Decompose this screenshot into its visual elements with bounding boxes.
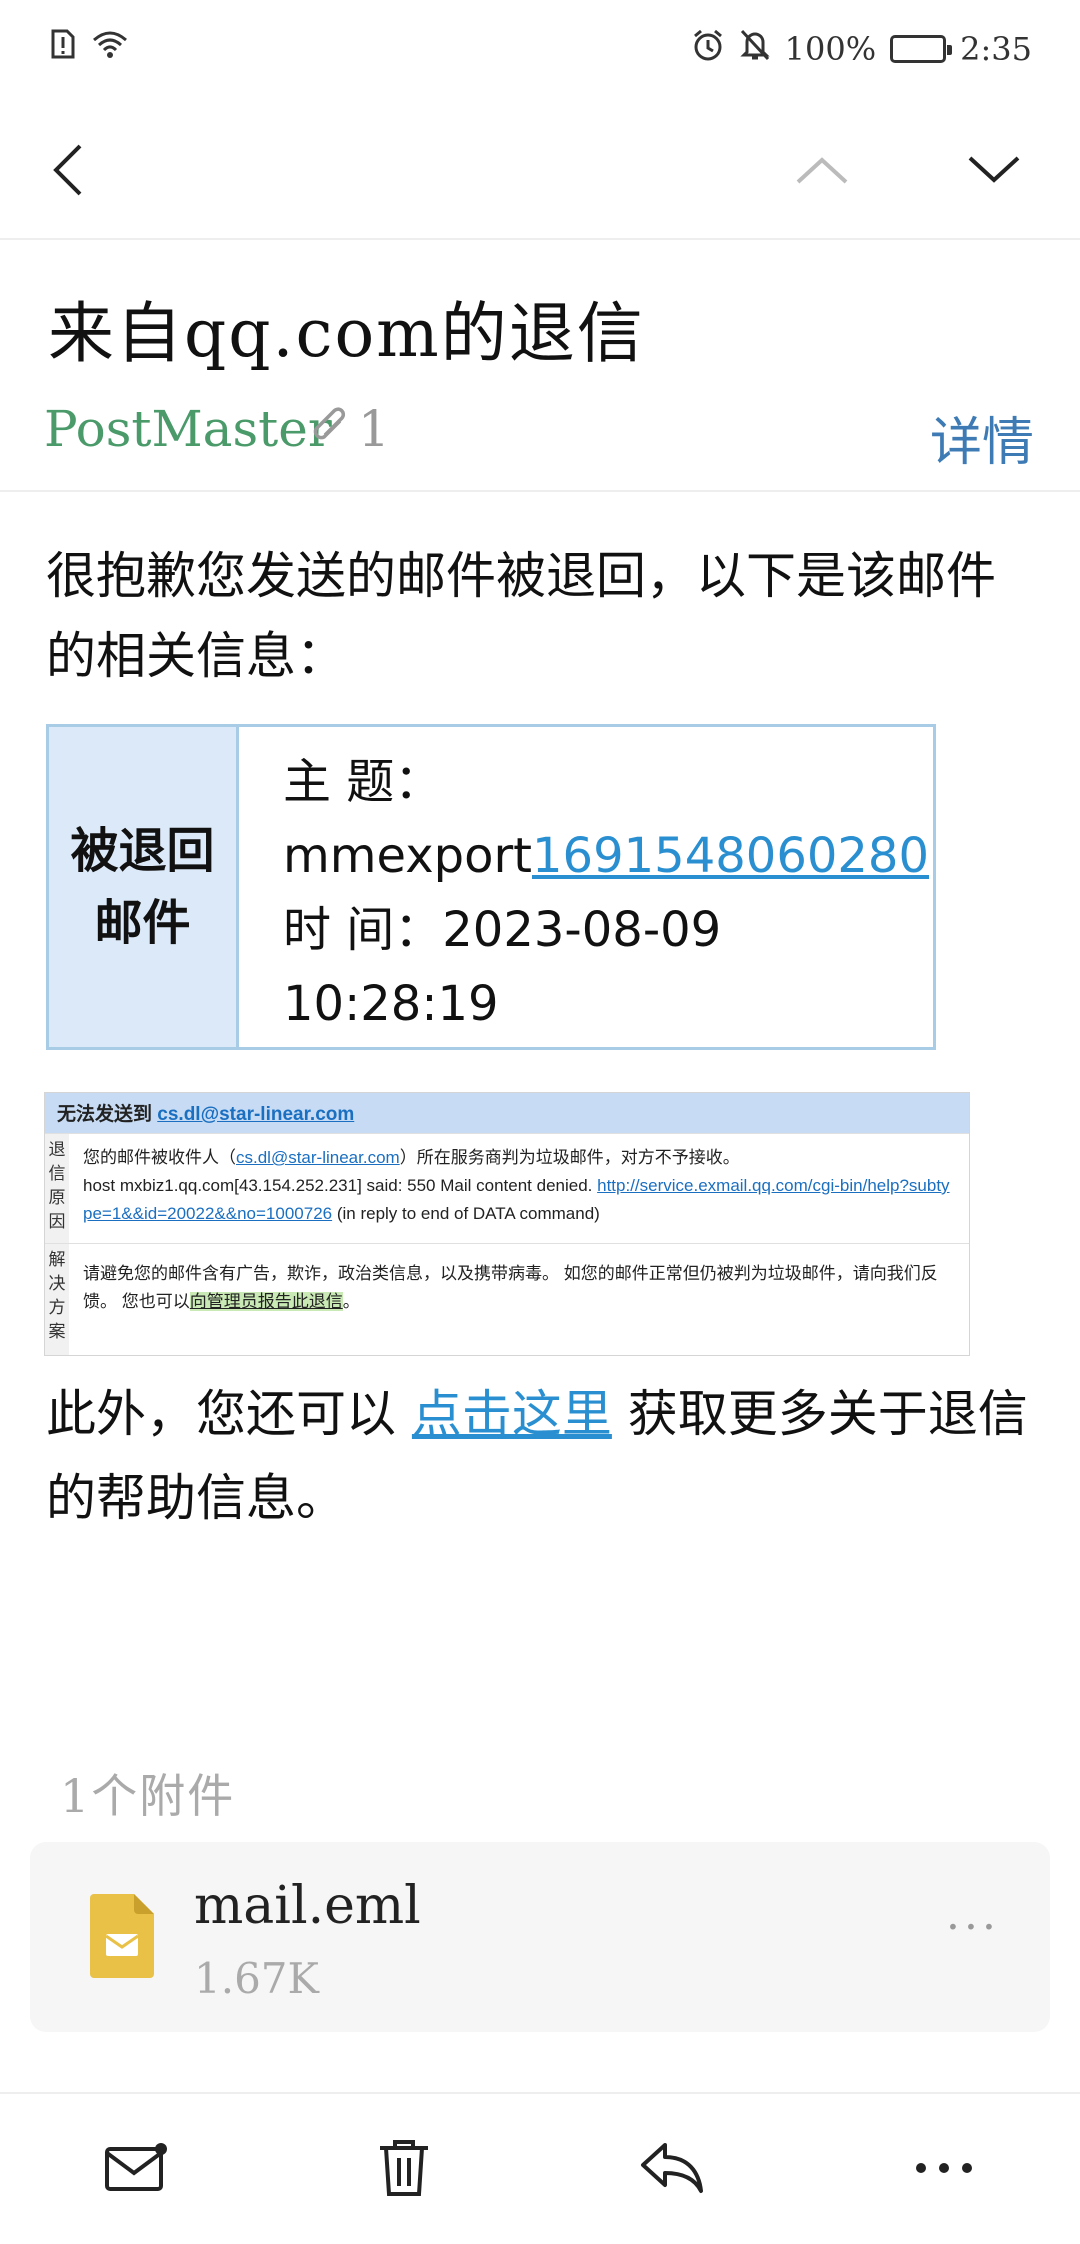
alarm-icon <box>691 28 725 70</box>
attachment-count: 1 <box>358 400 390 458</box>
sim-alert-icon <box>50 28 76 64</box>
trash-icon <box>380 2140 428 2196</box>
bounced-subject-label: 主 题： <box>283 754 443 810</box>
compose-button[interactable] <box>96 2128 176 2208</box>
bounced-label-line1: 被退回 <box>70 823 215 879</box>
details-link[interactable]: 详情 <box>930 400 1034 475</box>
status-bar: 100% 2:35 <box>0 0 1080 100</box>
nav-bar <box>0 100 1080 240</box>
header-divider <box>0 490 1080 492</box>
bounced-time-label: 时 间： <box>283 902 443 958</box>
reason-line2-a: host mxbiz1.qq.com[43.154.252.231] said:… <box>83 1176 598 1195</box>
email-file-icon <box>90 1894 154 1978</box>
reply-icon <box>641 2143 703 2193</box>
notice-head-text: 无法发送到 <box>57 1104 158 1125</box>
bounced-info: 主 题： mmexport1691548060280 时 间：2023-08-0… <box>239 727 933 1047</box>
more-a: 此外，您还可以 <box>46 1385 412 1443</box>
wifi-icon <box>90 28 130 64</box>
next-email-button[interactable] <box>954 130 1034 210</box>
notice-reason-side: 退信原因 <box>45 1134 69 1243</box>
reason-address-link[interactable]: cs.dl@star-linear.com <box>236 1148 400 1167</box>
bounced-time-clock: 10:28:19 <box>283 976 499 1032</box>
attachment-size: 1.67K <box>194 1954 319 2003</box>
attachment-name: mail.eml <box>194 1876 421 1936</box>
bounced-subject-value: mmexport1691548060280 <box>283 819 933 893</box>
intro-text: 很抱歉您发送的邮件被退回，以下是该邮件的相关信息： <box>46 547 996 685</box>
bounced-label: 被退回 邮件 <box>49 727 239 1047</box>
sender-row: PostMaster 1 详情 <box>44 400 1034 473</box>
notice-header: 无法发送到 cs.dl@star-linear.com <box>45 1093 969 1133</box>
attachment-card[interactable]: mail.eml 1.67K ··· <box>30 1842 1050 2032</box>
sender-name[interactable]: PostMaster <box>44 400 332 458</box>
attachment-more-button[interactable]: ··· <box>946 1902 1000 1953</box>
more-dots-icon <box>916 2163 972 2173</box>
paperclip-icon <box>313 407 346 440</box>
bounced-subject-number-link[interactable]: 1691548060280 <box>532 828 929 884</box>
bounce-notice: 无法发送到 cs.dl@star-linear.com 退信原因 您的邮件被收件… <box>44 1092 970 1356</box>
notice-solution-side: 解决方案 <box>45 1244 69 1355</box>
attachment-indicator: 1 <box>310 400 390 458</box>
battery-percent: 100% <box>784 30 877 68</box>
bounced-time-date: 2023-08-09 <box>442 902 722 958</box>
notice-head-address-link[interactable]: cs.dl@star-linear.com <box>157 1104 354 1125</box>
bounced-email-table: 被退回 邮件 主 题： mmexport1691548060280 时 间：20… <box>46 724 936 1050</box>
more-options-button[interactable] <box>904 2128 984 2208</box>
notice-reason-text: 您的邮件被收件人（cs.dl@star-linear.com）所在服务商判为垃圾… <box>69 1134 969 1243</box>
clock-time: 2:35 <box>960 30 1032 68</box>
status-left-icons <box>50 28 130 64</box>
notice-solution-text: 请避免您的邮件含有广告，欺诈，政治类信息，以及携带病毒。 如您的邮件正常但仍被判… <box>69 1244 969 1355</box>
bounced-time-row: 时 间：2023-08-09 <box>283 893 933 967</box>
status-right-icons: 100% 2:35 <box>691 28 1032 70</box>
chevron-up-icon <box>796 157 848 184</box>
bounced-subject-prefix: mmexport <box>283 828 532 884</box>
reason-line2-b: (in reply to end of DATA command) <box>332 1204 600 1223</box>
mute-bell-icon <box>739 28 771 70</box>
reply-button[interactable] <box>632 2128 712 2208</box>
attachments-title: 1个附件 <box>60 1769 236 1823</box>
previous-email-button[interactable] <box>782 130 862 210</box>
bounced-label-line2: 邮件 <box>94 895 191 951</box>
report-bounce-link[interactable]: 向管理员报告此退信 <box>189 1292 343 1311</box>
bottom-toolbar <box>0 2092 1080 2244</box>
email-subject: 来自qq.com的退信 <box>48 295 645 372</box>
more-help-text: 此外，您还可以 点击这里 获取更多关于退信的帮助信息。 <box>46 1372 1036 1540</box>
back-button[interactable] <box>28 130 108 210</box>
chevron-down-icon <box>968 156 1020 183</box>
reason-line1-b: ）所在服务商判为垃圾邮件，对方不予接收。 <box>399 1148 740 1167</box>
battery-icon <box>890 35 953 63</box>
click-here-link[interactable]: 点击这里 <box>412 1385 612 1443</box>
notice-solution-row: 解决方案 请避免您的邮件含有广告，欺诈，政治类信息，以及携带病毒。 如您的邮件正… <box>45 1243 969 1355</box>
delete-button[interactable] <box>364 2128 444 2208</box>
mail-icon <box>105 2143 167 2191</box>
solution-b: 。 <box>342 1292 360 1311</box>
chevron-left-icon <box>53 144 82 196</box>
notice-reason-row: 退信原因 您的邮件被收件人（cs.dl@star-linear.com）所在服务… <box>45 1133 969 1243</box>
reason-line1-a: 您的邮件被收件人（ <box>83 1148 236 1167</box>
